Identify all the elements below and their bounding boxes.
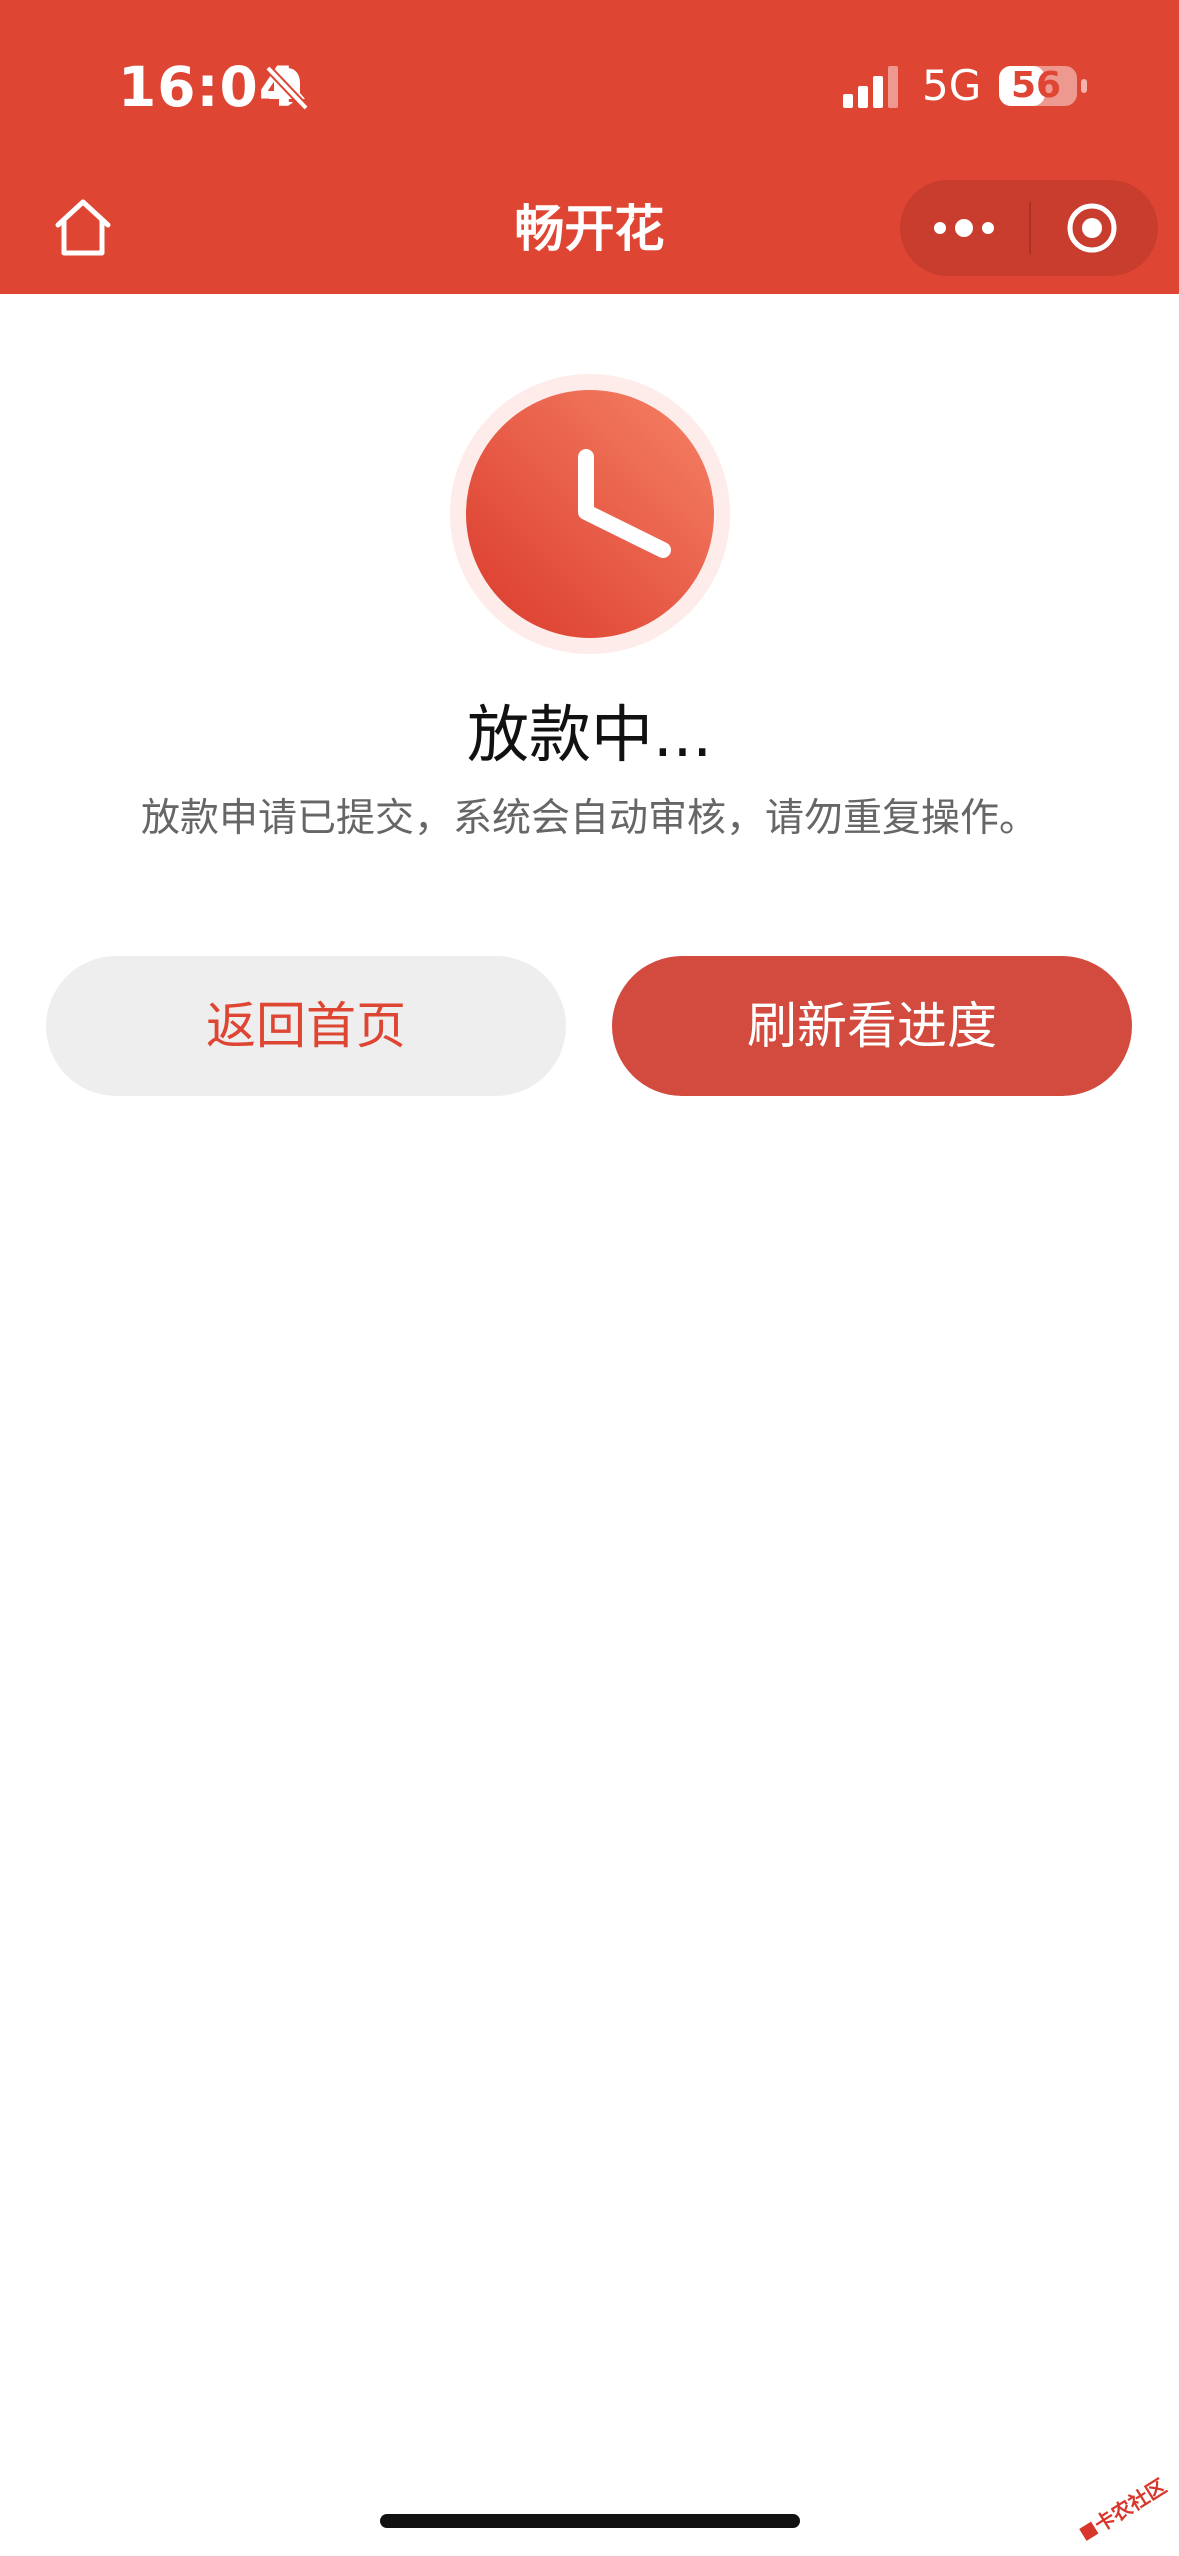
- capsule-divider: [1029, 202, 1031, 254]
- more-icon[interactable]: [930, 208, 1000, 248]
- status-title: 放款中...: [466, 698, 713, 771]
- mini-program-capsule: [900, 180, 1158, 276]
- network-type: 5G: [922, 61, 982, 110]
- back-home-button[interactable]: 返回首页: [46, 956, 566, 1096]
- top-bar: 16:04 5G 56 畅开花: [0, 0, 1179, 294]
- clock-icon: [450, 374, 730, 654]
- signal-icon: [843, 66, 898, 108]
- status-description: 放款申请已提交，系统会自动审核，请勿重复操作。: [140, 796, 1038, 841]
- home-indicator[interactable]: [380, 2514, 800, 2528]
- bell-muted-icon: [265, 65, 309, 111]
- close-icon[interactable]: [1064, 200, 1120, 256]
- watermark: 卡农社区: [1079, 2474, 1171, 2541]
- battery-level: 56: [1010, 65, 1062, 106]
- watermark-text: 卡农社区: [1090, 2474, 1171, 2537]
- refresh-progress-button[interactable]: 刷新看进度: [612, 956, 1132, 1096]
